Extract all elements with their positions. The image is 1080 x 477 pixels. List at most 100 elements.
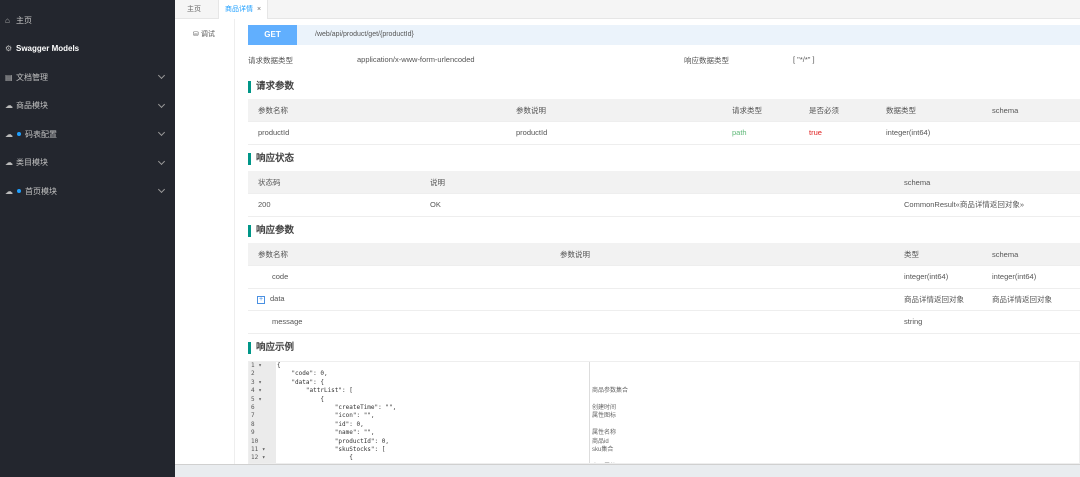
method-badge[interactable]: GET — [248, 25, 297, 45]
chevron-down-icon[interactable] — [157, 71, 166, 80]
chevron-down-icon[interactable] — [157, 185, 166, 194]
line-number: 7 — [251, 412, 255, 420]
cloud-icon: ☁ — [5, 186, 13, 196]
cloud-icon: ☁ — [5, 158, 13, 168]
sidebar-item-label: 码表配置 — [25, 129, 57, 139]
status-table: 状态码 说明 schema 200 OK CommonResult«商品详情返回对象» — [248, 171, 1080, 217]
field-name: + data — [248, 288, 550, 311]
code-line: "productId": 0, — [277, 437, 389, 445]
line-number: 10 — [251, 437, 259, 445]
status-desc: OK — [420, 193, 894, 217]
param-schema — [982, 121, 1080, 145]
api-detail: GET /web/api/product/get/{productId} 请求数… — [235, 19, 1080, 464]
table-header-row: 参数名称 参数说明 类型 schema — [248, 243, 1080, 266]
code-line: "name": "", — [277, 429, 375, 437]
debug-tab[interactable]: ⛁ 调试 — [193, 29, 215, 39]
field-schema: 商品详情返回对象 — [982, 288, 1080, 311]
field-type: string — [894, 310, 982, 334]
param-required: true — [799, 121, 876, 145]
code-lines: { "code": 0, "data": { "attrList": [ { "… — [277, 362, 407, 463]
param-desc: productId — [506, 121, 722, 145]
code-comment — [590, 421, 769, 429]
field-desc — [550, 310, 894, 334]
code-comment — [590, 370, 769, 378]
code-comment — [590, 379, 769, 387]
column-header: schema — [894, 171, 1080, 194]
table-row: productId productId path true integer(int64) — [248, 121, 1080, 145]
line-number: 6 — [251, 403, 255, 411]
request-type-value: application/x-www-form-urlencoded — [357, 55, 475, 64]
column-header: 状态码 — [248, 171, 420, 194]
sidebar: ⌂ 主页 ⚙ Swagger Models ▤ 文档管理 ☁ 商品模块 ☁ 码表配置 ☁ 类目模块 ☁ 首… — [0, 0, 175, 477]
line-number: 8 — [251, 420, 255, 428]
chevron-down-icon[interactable] — [157, 157, 166, 165]
status-dot — [17, 189, 21, 194]
chevron-down-icon[interactable] — [157, 128, 166, 137]
sidebar-item[interactable]: ☁ 首页模块 — [0, 177, 175, 206]
column-header: 请求类型 — [722, 99, 799, 122]
code-comment: 创建时间 — [592, 404, 617, 411]
column-header: 参数名称 — [248, 99, 506, 122]
line-number: 9 — [251, 429, 255, 437]
sidebar-item-label: 类目模块 — [16, 158, 48, 168]
column-header: schema — [982, 99, 1080, 122]
sidebar-item[interactable]: ☁ 商品模块 — [0, 92, 175, 121]
code-comment: sku集合 — [592, 446, 614, 453]
field-type: 商品详情返回对象 — [894, 288, 982, 311]
field-name-label: code — [272, 272, 289, 282]
sidebar-item[interactable]: ▤ 文档管理 — [0, 63, 175, 92]
line-number: 2 — [251, 370, 255, 378]
code-line: { — [277, 395, 324, 403]
code-comment: 商品参数集合 — [592, 388, 629, 395]
sidebar-item-label: 主页 — [16, 15, 32, 25]
code-comment: 属性名称 — [592, 430, 617, 437]
expand-icon[interactable]: + — [257, 296, 265, 305]
param-type: integer(int64) — [876, 121, 982, 145]
field-name-label: data — [270, 294, 285, 304]
debug-icon: ⛁ — [193, 31, 199, 38]
response-type-value: [ "*/*" ] — [793, 55, 815, 64]
code-comment: 商品id — [592, 438, 609, 445]
line-number: 1 ▾ — [251, 362, 262, 369]
column-header: 类型 — [894, 243, 982, 266]
horizontal-scrollbar[interactable] — [175, 464, 1080, 477]
close-icon[interactable]: × — [257, 6, 261, 13]
field-desc — [550, 265, 894, 289]
table-row: + data 商品详情返回对象 商品详情返回对象 — [248, 288, 1080, 311]
code-line: "id": 0, — [277, 420, 364, 428]
sidebar-item[interactable]: ⚙ Swagger Models — [0, 35, 175, 64]
code-editor[interactable]: 1 ▾23 ▾4 ▾5 ▾67891011 ▾12 ▾13 { "code": … — [248, 361, 1080, 464]
status-schema: CommonResult«商品详情返回对象» — [894, 193, 1080, 217]
code-comment — [590, 362, 769, 370]
request-type-label: 请求数据类型 — [248, 56, 293, 65]
code-line: "createTime": "", — [277, 403, 397, 411]
param-name: productId — [248, 121, 506, 145]
column-header: 说明 — [420, 171, 894, 194]
line-number: 11 ▾ — [251, 445, 266, 453]
section-title-example: 响应示例 — [248, 342, 294, 354]
sidebar-item-label: 文档管理 — [16, 72, 48, 82]
line-number: 4 ▾ — [251, 387, 262, 395]
tab-product-detail-label: 商品详情 — [225, 6, 253, 13]
section-title-status: 响应状态 — [248, 153, 294, 165]
column-header: 数据类型 — [876, 99, 982, 122]
sidebar-item[interactable]: ⌂ 主页 — [0, 6, 175, 35]
params-table: 参数名称 参数说明 请求类型 是否必须 数据类型 schema productId produ… — [248, 99, 1080, 145]
field-name-label: message — [272, 317, 303, 327]
sidebar-item[interactable]: ☁ 码表配置 — [0, 120, 175, 149]
column-header: 是否必须 — [799, 99, 876, 122]
field-desc — [550, 288, 894, 311]
code-comment: 属性图标 — [592, 413, 617, 420]
code-line: { — [277, 362, 281, 369]
tab-product-detail[interactable]: 商品详情 × — [218, 0, 269, 19]
chevron-down-icon[interactable] — [157, 100, 166, 108]
code-line: "data": { — [277, 378, 324, 386]
tab-bar: 主页 商品详情 × — [175, 0, 1080, 19]
sidebar-item[interactable]: ☁ 类目模块 — [0, 149, 175, 178]
line-number: 3 ▾ — [251, 378, 262, 386]
response-type-label: 响应数据类型 — [684, 56, 729, 65]
debug-label: 调试 — [200, 31, 215, 38]
tab-home[interactable]: 主页 — [181, 0, 207, 19]
sidebar-item-label: 首页模块 — [25, 186, 57, 196]
sub-nav: ⛁ 调试 — [175, 19, 235, 477]
